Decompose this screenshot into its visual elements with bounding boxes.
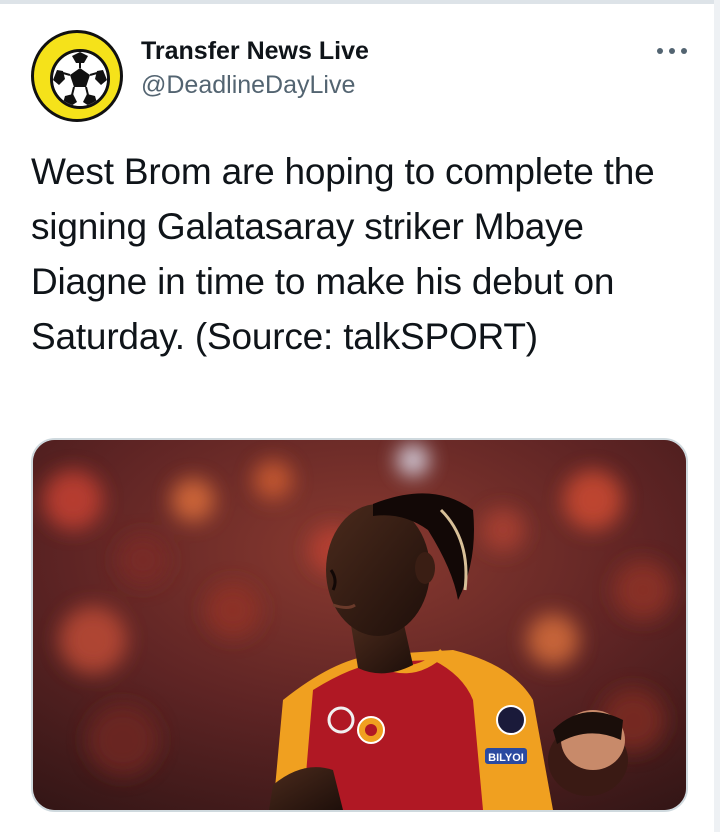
user-handle[interactable]: @DeadlineDayLive	[141, 68, 369, 102]
scroll-edge	[714, 0, 720, 832]
tweet-card[interactable]: Transfer News Live @DeadlineDayLive West…	[0, 4, 714, 832]
tweet-media-photo[interactable]: BILYOI	[31, 438, 688, 812]
more-options-icon[interactable]	[654, 40, 690, 62]
soccer-ball-icon	[50, 49, 110, 109]
kit-sponsor-text: BILYOI	[488, 752, 524, 764]
display-name[interactable]: Transfer News Live	[141, 34, 369, 68]
tweet-text: West Brom are hoping to complete the sig…	[31, 151, 665, 357]
avatar[interactable]	[31, 30, 123, 122]
tweet-header: Transfer News Live @DeadlineDayLive	[141, 34, 369, 102]
